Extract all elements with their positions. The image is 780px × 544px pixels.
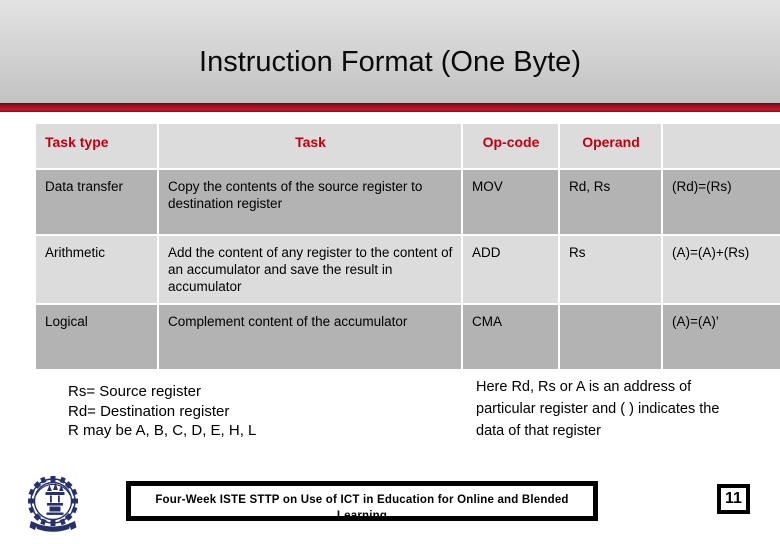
cell-task: Add the content of any register to the c… xyxy=(159,236,461,303)
cell-task-type: Data transfer xyxy=(36,170,157,234)
table-row: Arithmetic Add the content of any regist… xyxy=(36,236,780,303)
cell-op-code: ADD xyxy=(463,236,558,303)
cell-operand xyxy=(560,305,661,369)
cell-operand: Rs xyxy=(560,236,661,303)
column-header-op-code: Op-code xyxy=(463,124,558,168)
iitb-gear-emblem-icon xyxy=(17,471,89,539)
title-banner: Instruction Format (One Byte) xyxy=(0,0,780,104)
title-divider-rule xyxy=(0,103,780,112)
event-footer-banner-text: Four-Week ISTE STTP on Use of ICT in Edu… xyxy=(155,494,569,521)
page-number-badge: 11 xyxy=(717,484,750,514)
cell-op-code: CMA xyxy=(463,305,558,369)
register-legend-note: Rs= Source register Rd= Destination regi… xyxy=(68,383,257,439)
cell-result: (Rd)=(Rs) xyxy=(663,170,780,234)
table-row: Logical Complement content of the accumu… xyxy=(36,305,780,369)
table-row: Data transfer Copy the contents of the s… xyxy=(36,170,780,234)
page-title: Instruction Format (One Byte) xyxy=(199,46,581,78)
cell-task-type: Logical xyxy=(36,305,157,369)
column-header-task-type: Task type xyxy=(36,124,157,168)
event-footer-banner: Four-Week ISTE STTP on Use of ICT in Edu… xyxy=(126,481,598,521)
table-header-row: Task type Task Op-code Operand xyxy=(36,124,780,168)
column-header-task: Task xyxy=(159,124,461,168)
page-number-value: 11 xyxy=(725,490,742,507)
cell-op-code: MOV xyxy=(463,170,558,234)
address-explanation-note: Here Rd, Rs or A is an address of partic… xyxy=(476,379,720,439)
cell-result: (A)=(A)+(Rs) xyxy=(663,236,780,303)
cell-task-type: Arithmetic xyxy=(36,236,157,303)
cell-operand: Rd, Rs xyxy=(560,170,661,234)
instruction-format-table: Task type Task Op-code Operand Data tran… xyxy=(34,122,780,371)
cell-result: (A)=(A)’ xyxy=(663,305,780,369)
cell-task: Copy the contents of the source register… xyxy=(159,170,461,234)
column-header-result xyxy=(663,124,780,168)
column-header-operand: Operand xyxy=(560,124,661,168)
cell-task: Complement content of the accumulator xyxy=(159,305,461,369)
